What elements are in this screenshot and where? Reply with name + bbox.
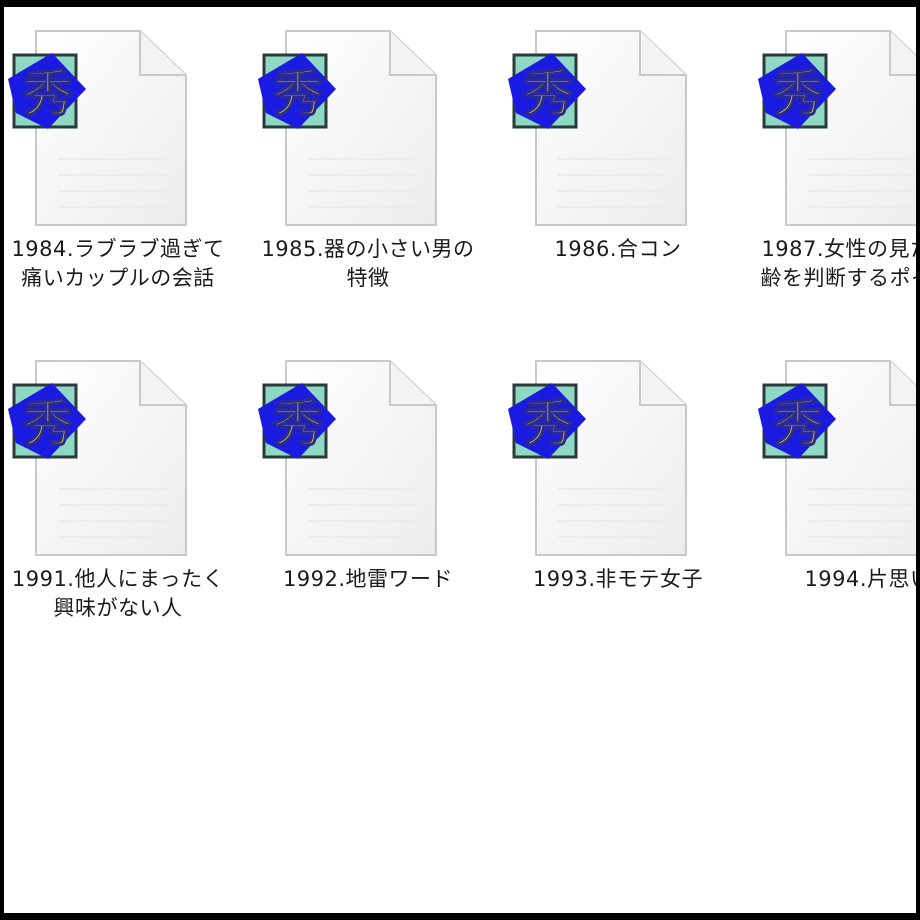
svg-text:秀: 秀 [522,395,573,453]
hidemaru-app-icon: 秀 [258,49,338,131]
file-item-1987[interactable]: 秀 1987.女性の見た目年齢を判断するポイント [758,15,916,315]
hidemaru-app-icon: 秀 [508,379,588,461]
file-item-1985[interactable]: 秀 1985.器の小さい男の特徴 [258,15,490,315]
svg-text:秀: 秀 [272,395,323,453]
file-name-label: 1985.器の小さい男の特徴 [261,237,475,290]
svg-text:秀: 秀 [772,395,823,453]
hidemaru-app-icon: 秀 [758,49,838,131]
file-item-1986[interactable]: 秀 1986.合コン [508,15,740,315]
file-item-1984[interactable]: 秀 1984.ラブラブ過ぎて痛いカップルの会話 [8,15,240,315]
svg-text:秀: 秀 [522,65,573,123]
file-name-label: 1994.片思い [804,567,916,591]
file-name-label: 1987.女性の見た目年齢を判断するポイント [760,237,917,290]
hidemaru-app-icon: 秀 [508,49,588,131]
hidemaru-app-icon: 秀 [8,379,88,461]
explorer-content: 秀 1984.ラブラブ過ぎて痛いカップルの会話 秀 1985.器の小さい男の特徴… [4,7,916,913]
file-item-1991[interactable]: 秀 1991.他人にまったく興味がない人 [8,345,240,645]
file-name-label: 1986.合コン [554,237,682,261]
file-name-label: 1991.他人にまったく興味がない人 [11,567,225,620]
file-item-1992[interactable]: 秀 1992.地雷ワード [258,345,490,645]
file-name-label: 1992.地雷ワード [282,567,454,591]
file-name-label: 1984.ラブラブ過ぎて痛いカップルの会話 [11,237,225,290]
file-item-1994[interactable]: 秀 1994.片思い [758,345,916,645]
svg-text:秀: 秀 [22,65,73,123]
hidemaru-app-icon: 秀 [8,49,88,131]
svg-text:秀: 秀 [272,65,323,123]
hidemaru-app-icon: 秀 [258,379,338,461]
file-item-1993[interactable]: 秀 1993.非モテ女子 [508,345,740,645]
svg-text:秀: 秀 [772,65,823,123]
hidemaru-app-icon: 秀 [758,379,838,461]
svg-text:秀: 秀 [22,395,73,453]
file-name-label: 1993.非モテ女子 [532,567,704,591]
